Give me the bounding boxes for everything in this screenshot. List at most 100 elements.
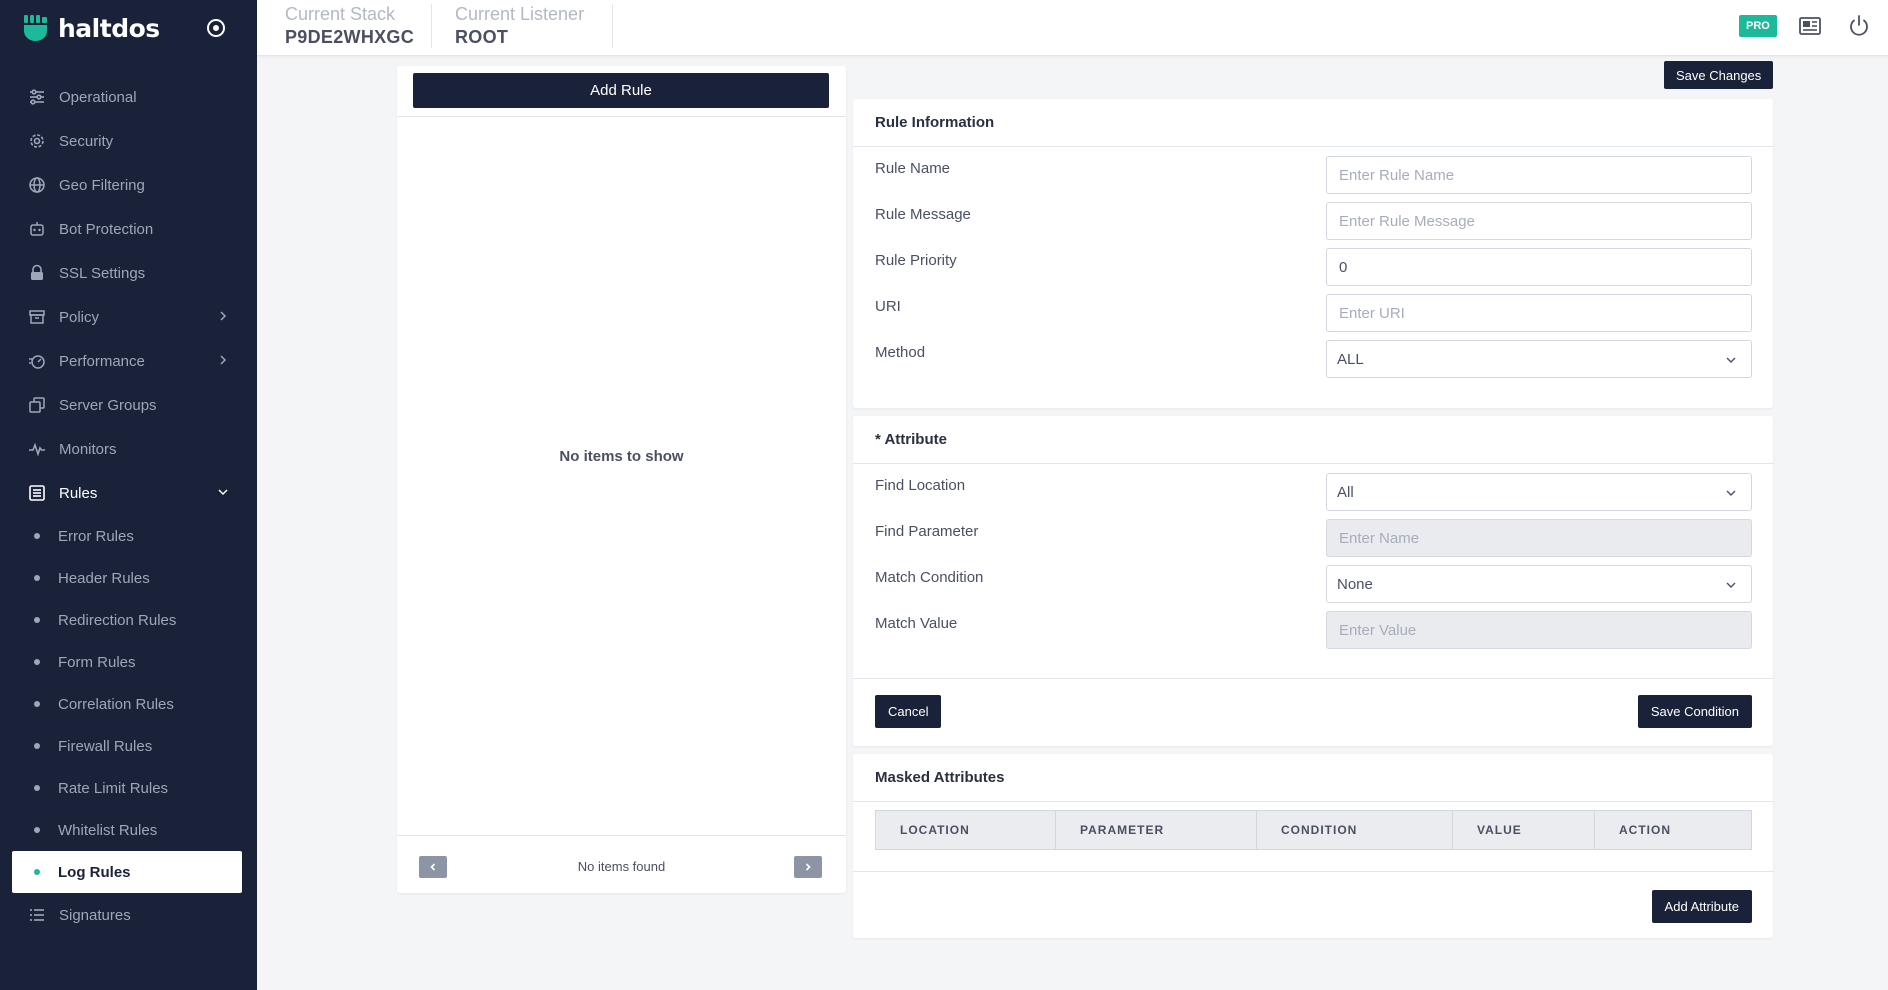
sidebar-subitem-form-rules[interactable]: Form Rules bbox=[0, 641, 257, 683]
sidebar-item-bot-protection[interactable]: Bot Protection bbox=[0, 207, 257, 251]
top-bar: Current Stack P9DE2WHXGC Current Listene… bbox=[257, 0, 1888, 56]
haltdos-logo-icon bbox=[24, 15, 47, 41]
bullet-icon bbox=[34, 617, 40, 623]
sidebar-item-performance[interactable]: Performance bbox=[0, 339, 257, 383]
news-icon[interactable] bbox=[1798, 14, 1822, 38]
sidebar-subitem-label: Form Rules bbox=[58, 653, 136, 671]
sidebar-subitem-header-rules[interactable]: Header Rules bbox=[0, 557, 257, 599]
match-value-row: Match Value bbox=[853, 604, 1773, 650]
match-condition-row: Match Condition None bbox=[853, 558, 1773, 604]
sidebar-subitem-label: Rate Limit Rules bbox=[58, 779, 169, 797]
sidebar-item-label: Server Groups bbox=[59, 396, 157, 414]
find-location-select[interactable]: All bbox=[1326, 473, 1752, 511]
card-title: Rule Information bbox=[853, 99, 1773, 147]
column-header-location[interactable]: LOCATION bbox=[876, 811, 1056, 849]
sidebar-subitem-label: Log Rules bbox=[58, 863, 131, 881]
sidebar-subitem-rate-limit-rules[interactable]: Rate Limit Rules bbox=[0, 767, 257, 809]
sidebar-item-geo-filtering[interactable]: Geo Filtering bbox=[0, 163, 257, 207]
sidebar: haltdos Operational Security Geo Filteri… bbox=[0, 0, 257, 990]
match-condition-selected-value: None bbox=[1337, 575, 1373, 593]
find-parameter-row: Find Parameter bbox=[853, 512, 1773, 558]
column-header-value[interactable]: VALUE bbox=[1453, 811, 1595, 849]
match-condition-label: Match Condition bbox=[875, 569, 984, 586]
current-listener-value: ROOT bbox=[455, 27, 509, 47]
sidebar-item-rules[interactable]: Rules bbox=[0, 471, 257, 515]
chevron-right-icon bbox=[220, 355, 227, 365]
save-condition-button[interactable]: Save Condition bbox=[1637, 695, 1752, 728]
bullet-icon bbox=[34, 785, 40, 791]
method-selected-value: ALL bbox=[1337, 350, 1364, 368]
divider bbox=[612, 4, 613, 48]
card-title: Masked Attributes bbox=[853, 754, 1773, 802]
sidebar-item-label: Security bbox=[59, 132, 114, 150]
sidebar-subitem-label: Whitelist Rules bbox=[58, 821, 158, 839]
sidebar-item-security[interactable]: Security bbox=[0, 119, 257, 163]
rule-priority-row: Rule Priority bbox=[853, 241, 1773, 287]
find-parameter-label: Find Parameter bbox=[875, 523, 979, 540]
divider bbox=[397, 116, 846, 117]
rule-name-label: Rule Name bbox=[875, 160, 951, 177]
rule-priority-label: Rule Priority bbox=[875, 252, 957, 269]
add-attribute-button[interactable]: Add Attribute bbox=[1651, 890, 1752, 923]
pager-status: No items found bbox=[577, 859, 666, 874]
robot-icon bbox=[28, 220, 46, 238]
find-parameter-input[interactable] bbox=[1326, 519, 1752, 557]
uri-label: URI bbox=[875, 298, 901, 315]
match-value-label: Match Value bbox=[875, 615, 958, 632]
sidebar-subitem-error-rules[interactable]: Error Rules bbox=[0, 515, 257, 557]
sidebar-item-ssl-settings[interactable]: SSL Settings bbox=[0, 251, 257, 295]
divider bbox=[853, 871, 1773, 872]
lock-icon bbox=[28, 264, 46, 282]
rule-priority-input[interactable] bbox=[1326, 248, 1752, 286]
rule-name-row: Rule Name bbox=[853, 149, 1773, 195]
current-stack[interactable]: Current Stack P9DE2WHXGC bbox=[285, 4, 414, 48]
sidebar-subitem-firewall-rules[interactable]: Firewall Rules bbox=[0, 725, 257, 767]
masked-attributes-table: LOCATION PARAMETER CONDITION VALUE ACTIO… bbox=[875, 810, 1752, 850]
match-value-input[interactable] bbox=[1326, 611, 1752, 649]
empty-list-message: No items to show bbox=[559, 448, 684, 465]
target-settings-icon[interactable] bbox=[204, 16, 228, 40]
chevron-down-icon bbox=[1726, 490, 1736, 496]
method-select[interactable]: ALL bbox=[1326, 340, 1752, 378]
sidebar-subitem-whitelist-rules[interactable]: Whitelist Rules bbox=[0, 809, 257, 851]
column-header-condition[interactable]: CONDITION bbox=[1257, 811, 1453, 849]
chevron-right-icon bbox=[220, 311, 227, 321]
uri-input[interactable] bbox=[1326, 294, 1752, 332]
sidebar-nav: Operational Security Geo Filtering Bot P… bbox=[0, 75, 257, 937]
column-header-action[interactable]: ACTION bbox=[1595, 811, 1751, 849]
sidebar-subitem-correlation-rules[interactable]: Correlation Rules bbox=[0, 683, 257, 725]
bullet-icon bbox=[34, 869, 40, 875]
add-rule-button[interactable]: Add Rule bbox=[413, 73, 829, 108]
list-icon bbox=[28, 906, 46, 924]
chevron-right-icon bbox=[805, 863, 811, 871]
rule-name-input[interactable] bbox=[1326, 156, 1752, 194]
match-condition-select[interactable]: None bbox=[1326, 565, 1752, 603]
cancel-button[interactable]: Cancel bbox=[875, 695, 942, 728]
sidebar-subitem-log-rules[interactable]: Log Rules bbox=[12, 851, 242, 893]
sidebar-item-signatures[interactable]: Signatures bbox=[0, 893, 257, 937]
sliders-icon bbox=[28, 88, 46, 106]
rule-message-input[interactable] bbox=[1326, 202, 1752, 240]
sidebar-item-operational[interactable]: Operational bbox=[0, 75, 257, 119]
copy-icon bbox=[28, 396, 46, 414]
attribute-card-footer: Cancel Save Condition bbox=[853, 678, 1773, 744]
current-listener-label: Current Listener bbox=[455, 4, 585, 24]
bullet-icon bbox=[34, 575, 40, 581]
sidebar-item-label: SSL Settings bbox=[59, 264, 146, 282]
power-icon[interactable] bbox=[1847, 14, 1871, 38]
sidebar-item-policy[interactable]: Policy bbox=[0, 295, 257, 339]
sidebar-subitem-label: Firewall Rules bbox=[58, 737, 153, 755]
masked-attributes-card: Masked Attributes LOCATION PARAMETER CON… bbox=[853, 754, 1773, 938]
uri-row: URI bbox=[853, 287, 1773, 333]
column-header-parameter[interactable]: PARAMETER bbox=[1056, 811, 1257, 849]
sidebar-item-monitors[interactable]: Monitors bbox=[0, 427, 257, 471]
next-page-button[interactable] bbox=[794, 856, 822, 878]
sidebar-subitem-redirection-rules[interactable]: Redirection Rules bbox=[0, 599, 257, 641]
method-row: Method ALL bbox=[853, 333, 1773, 379]
globe-icon bbox=[28, 176, 46, 194]
save-changes-button[interactable]: Save Changes bbox=[1664, 61, 1774, 89]
current-listener[interactable]: Current Listener ROOT bbox=[455, 4, 584, 48]
sidebar-subitem-label: Header Rules bbox=[58, 569, 150, 587]
sidebar-item-server-groups[interactable]: Server Groups bbox=[0, 383, 257, 427]
find-location-label: Find Location bbox=[875, 477, 966, 494]
